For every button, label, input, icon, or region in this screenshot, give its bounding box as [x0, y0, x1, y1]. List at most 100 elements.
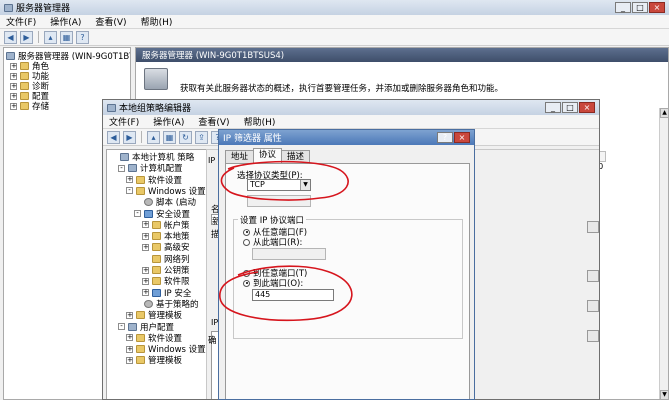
policy-tree-item-label: 本地计算机 策略	[132, 153, 195, 163]
policy-tree-item[interactable]: + 软件设置	[126, 333, 183, 344]
protocol-number-input[interactable]	[247, 195, 311, 207]
policy-tree-item-label: 公钥策	[164, 266, 190, 276]
expand-icon[interactable]: -	[134, 210, 141, 217]
policy-window-title: 本地组策略编辑器	[119, 104, 192, 114]
policy-tree-item[interactable]: + 高级安	[142, 242, 190, 253]
dialog-titlebar[interactable]: IP 筛选器 属性 ? ×	[219, 130, 474, 145]
policy-menu-file[interactable]: 文件(F)	[109, 115, 139, 128]
expand-icon[interactable]: +	[10, 102, 17, 110]
expand-icon[interactable]: +	[126, 311, 133, 319]
policy-tree-item[interactable]: - Windows 设置	[126, 186, 206, 197]
expand-icon[interactable]: +	[10, 92, 17, 100]
policy-tree-item-label: Windows 设置	[148, 345, 206, 356]
from-port-input[interactable]	[252, 248, 326, 260]
expand-icon[interactable]: +	[126, 334, 133, 342]
policy-titlebar[interactable]: 本地组策略编辑器 _ □ ×	[103, 100, 599, 115]
minimize-button[interactable]: _	[615, 2, 631, 13]
policy-back-icon[interactable]: ◀	[107, 130, 120, 144]
expand-icon[interactable]: +	[126, 176, 133, 184]
policy-tree-item[interactable]: + IP 安全	[142, 288, 192, 299]
expand-icon[interactable]: +	[142, 266, 149, 274]
expand-icon[interactable]: -	[126, 187, 133, 195]
expand-icon[interactable]: +	[142, 221, 149, 229]
policy-tree-item[interactable]: + 管理模板	[126, 355, 182, 366]
policy-tree-item[interactable]: 基于策略的	[134, 299, 199, 310]
tab-address[interactable]: 地址	[225, 150, 255, 163]
policy-up-icon[interactable]: ▴	[147, 130, 160, 144]
policy-tree-item[interactable]: + 本地策	[142, 231, 190, 242]
expand-icon[interactable]: +	[142, 289, 149, 297]
show-tree-icon[interactable]: ▦	[60, 30, 73, 44]
protocol-tab-body: 选择协议类型(P): TCP ▼ 设置 IP 协议端口 从任意端口(F) 从此端…	[225, 163, 470, 399]
help-icon[interactable]: ?	[76, 30, 89, 44]
content-scrollbar[interactable]: ▲ ▼	[659, 108, 668, 399]
expand-icon[interactable]: +	[142, 243, 149, 251]
expand-icon[interactable]: +	[142, 277, 149, 285]
server-tree-item[interactable]: 服务器管理器 (WIN-9G0T1BTSUS4)	[6, 51, 130, 62]
policy-tree-item-label: 软件设置	[148, 333, 183, 344]
protocol-type-select[interactable]: TCP ▼	[247, 179, 311, 191]
to-this-port-label: 到此端口(O):	[253, 279, 304, 289]
server-manager-titlebar[interactable]: 服务器管理器 _ □ ×	[0, 0, 669, 15]
policy-forward-icon[interactable]: ▶	[123, 130, 136, 144]
close-button[interactable]: ×	[649, 2, 665, 13]
maximize-button[interactable]: □	[632, 2, 648, 13]
policy-menu-action[interactable]: 操作(A)	[153, 115, 184, 128]
expand-icon[interactable]: -	[118, 164, 125, 172]
policy-tree-item[interactable]: 脚本 (启动	[134, 197, 196, 208]
folder-icon	[152, 220, 161, 229]
menu-help[interactable]: 帮助(H)	[141, 15, 173, 28]
folder-icon	[136, 175, 145, 184]
policy-maximize-button[interactable]: □	[562, 102, 578, 113]
expand-icon[interactable]: -	[118, 323, 125, 330]
tab-protocol[interactable]: 协议	[253, 148, 283, 163]
expand-icon[interactable]: +	[142, 232, 149, 240]
policy-refresh-icon[interactable]: ↻	[179, 130, 192, 144]
policy-tree-item[interactable]: + 公钥策	[142, 265, 190, 276]
up-folder-icon[interactable]: ▴	[44, 30, 57, 44]
expand-icon[interactable]: +	[126, 345, 133, 353]
folder-icon	[20, 72, 29, 80]
forward-arrow-icon[interactable]: ▶	[20, 30, 33, 44]
policy-tree-item-label: IP 安全	[164, 288, 192, 299]
from-this-port-label: 从此端口(R):	[253, 238, 303, 248]
policy-tree-item[interactable]: + 管理模板	[126, 310, 182, 321]
dialog-help-button[interactable]: ?	[437, 132, 453, 143]
policy-export-icon[interactable]: ⇪	[195, 130, 208, 144]
expand-icon[interactable]: +	[10, 62, 17, 70]
policy-close-button[interactable]: ×	[579, 102, 595, 113]
policy-minimize-button[interactable]: _	[545, 102, 561, 113]
policy-tree-item[interactable]: + 软件设置	[126, 175, 182, 186]
policy-side-button-2	[587, 270, 599, 282]
menu-action[interactable]: 操作(A)	[50, 15, 81, 28]
to-port-input[interactable]: 445	[252, 289, 334, 301]
policy-tree-icon[interactable]: ▦	[163, 130, 176, 144]
dialog-close-button[interactable]: ×	[454, 132, 470, 143]
policy-fragment-ok: 确	[208, 336, 217, 346]
expand-icon[interactable]: +	[10, 82, 17, 90]
expand-icon[interactable]: +	[10, 72, 17, 80]
policy-tree-item[interactable]: - 安全设置	[134, 209, 190, 220]
menu-file[interactable]: 文件(F)	[6, 15, 36, 28]
policy-menu-view[interactable]: 查看(V)	[198, 115, 229, 128]
folder-icon	[152, 277, 161, 286]
policy-tree-item[interactable]: + 帐户策	[142, 220, 190, 231]
chevron-down-icon[interactable]: ▼	[300, 180, 310, 190]
back-arrow-icon[interactable]: ◀	[4, 30, 17, 44]
server-tree-item[interactable]: + 存储	[10, 101, 49, 112]
expand-icon[interactable]: +	[126, 356, 133, 364]
tab-description[interactable]: 描述	[281, 150, 311, 163]
policy-tree-item[interactable]: + 软件限	[142, 276, 190, 287]
policy-tree-item-label: Windows 设置	[148, 186, 206, 197]
computer-icon	[120, 153, 129, 161]
policy-side-button-3	[587, 300, 599, 312]
policy-menu-help[interactable]: 帮助(H)	[244, 115, 276, 128]
policy-tree-item[interactable]: 网络列	[142, 254, 190, 265]
to-this-port-radio[interactable]: 到此端口(O):	[243, 277, 303, 289]
policy-tree-item[interactable]: + Windows 设置	[126, 344, 206, 356]
policy-tree-item[interactable]: - 计算机配置	[118, 163, 183, 174]
policy-tree-item[interactable]: - 用户配置	[118, 322, 174, 333]
policy-tree-item[interactable]: 本地计算机 策略	[110, 152, 195, 163]
menu-view[interactable]: 查看(V)	[95, 15, 126, 28]
from-this-port-radio[interactable]: 从此端口(R):	[243, 236, 302, 248]
